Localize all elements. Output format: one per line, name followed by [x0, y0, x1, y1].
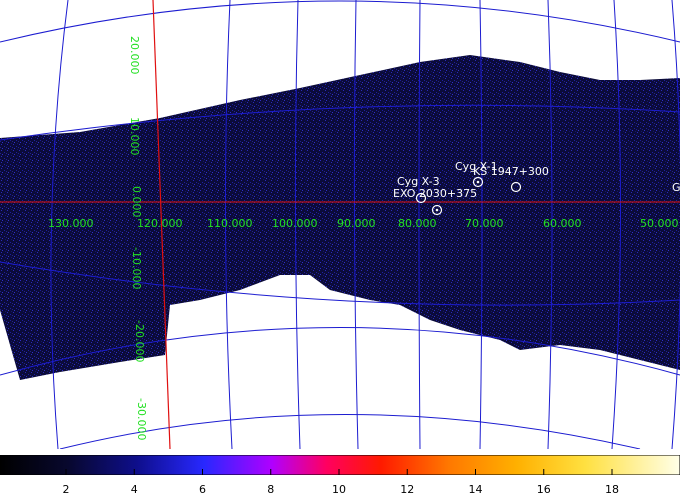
longitude-label: 90.000 [337, 217, 376, 230]
colorbar-tick-label: 8 [267, 483, 275, 496]
sky-map[interactable]: 130.000 120.000 110.000 100.000 90.000 8… [0, 0, 680, 449]
source-label-g: G [672, 181, 680, 194]
latitude-label: 20.000 [128, 36, 141, 75]
colorbar-tick-label: 10 [332, 483, 346, 496]
colorbar-tick-label: 18 [605, 483, 619, 496]
longitude-label: 120.000 [137, 217, 183, 230]
longitude-label: 60.000 [543, 217, 582, 230]
colorbar [0, 455, 680, 475]
colorbar-tick-label: 16 [536, 483, 551, 496]
colorbar-tick-label: 6 [199, 483, 206, 496]
colorbar-tick-label: 4 [130, 483, 138, 496]
latitude-label: 10.000 [128, 117, 141, 156]
latitude-label: 0.000 [130, 186, 143, 218]
longitude-label: 50.000 [640, 217, 679, 230]
colorbar-tick-label: 12 [400, 483, 415, 496]
source-label-exo2030: EXO 2030+375 [393, 187, 477, 200]
longitude-label: 70.000 [465, 217, 504, 230]
latitude-label: -20.000 [133, 320, 146, 362]
latitude-label: -30.000 [135, 398, 148, 440]
latitude-label: -10.000 [130, 247, 143, 289]
colorbar-tick-label: 2 [62, 483, 70, 496]
colorbar-area: 2 4 6 8 10 12 14 16 18 [0, 449, 680, 499]
longitude-label: 80.000 [398, 217, 437, 230]
longitude-label: 110.000 [207, 217, 253, 230]
longitude-label: 100.000 [272, 217, 318, 230]
longitude-label: 130.000 [48, 217, 94, 230]
colorbar-tick-label: 14 [468, 483, 483, 496]
source-label-ks1947: KS 1947+300 [473, 165, 549, 178]
